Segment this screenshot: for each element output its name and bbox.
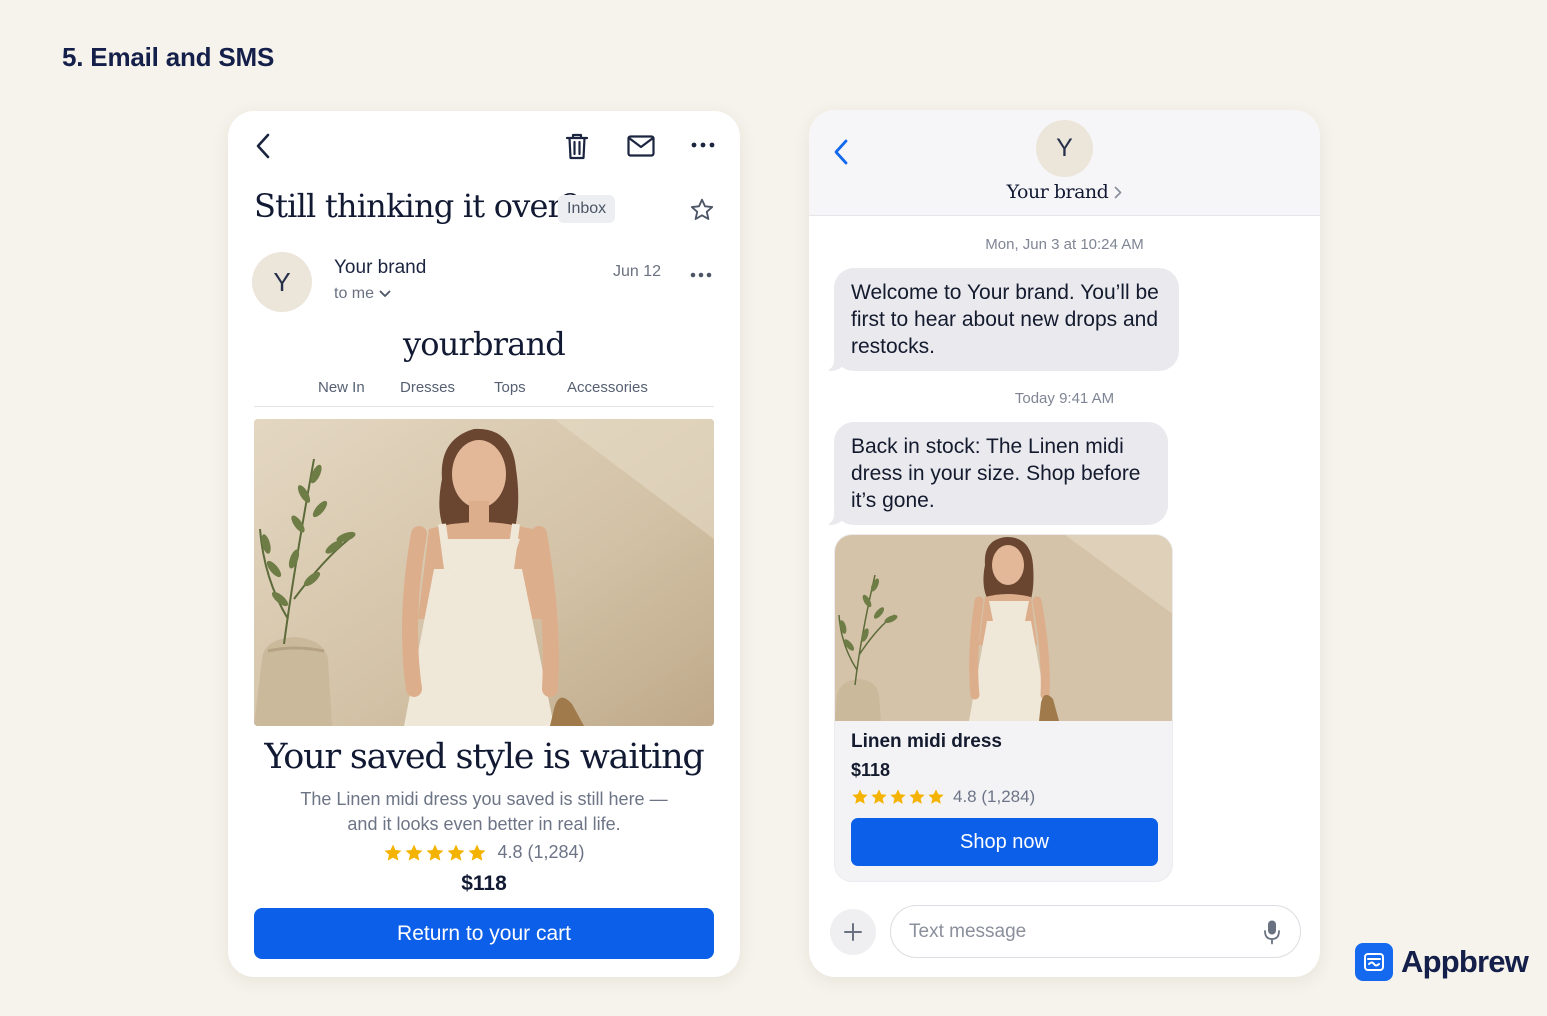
recipient-label: to me — [334, 285, 375, 302]
star-filled-icon — [426, 844, 444, 861]
star-filled-icon — [890, 789, 906, 804]
appbrew-wordmark: Appbrew — [1401, 944, 1529, 979]
sender-avatar: Y — [252, 252, 312, 312]
star-filled-icon — [871, 789, 887, 804]
nav-item-tops[interactable]: Tops — [494, 379, 526, 396]
product-rating: 4.8 (1,284) — [228, 842, 740, 863]
appbrew-logo: Appbrew — [1355, 943, 1529, 981]
email-preview-card: Still thinking it over? Inbox Y Your bra… — [228, 111, 740, 977]
message-timestamp: Mon, Jun 3 at 10:24 AM — [985, 236, 1144, 253]
nav-item-new-in[interactable]: New In — [318, 379, 365, 396]
back-arrow-icon[interactable] — [248, 131, 278, 161]
plus-icon[interactable] — [830, 909, 876, 955]
message-input[interactable]: Text message — [890, 905, 1301, 958]
inbox-badge[interactable]: Inbox — [558, 195, 616, 223]
shop-now-button[interactable]: Shop now — [851, 818, 1158, 866]
star-filled-icon — [447, 844, 465, 861]
star-filled-icon — [928, 789, 944, 804]
star-filled-icon — [384, 844, 402, 861]
rating-text: 4.8 (1,284) — [953, 787, 1036, 806]
recipient-toggle[interactable]: to me — [334, 285, 391, 303]
chevron-down-icon — [379, 290, 391, 297]
product-card[interactable]: Linen midi dress $118 4.8 (1,284) Shop n… — [834, 534, 1173, 882]
return-to-cart-button[interactable]: Return to your cart — [254, 908, 714, 959]
email-body-line: The Linen midi dress you saved is still … — [300, 789, 668, 809]
email-headline: Your saved style is waiting — [264, 737, 705, 777]
email-body-line: and it looks even better in real life. — [347, 814, 621, 834]
rating-stars — [383, 843, 487, 863]
product-price: $118 — [851, 760, 891, 780]
sms-header: Y Your brand — [809, 110, 1320, 216]
product-price: $118 — [461, 872, 507, 895]
email-body: The Linen midi dress you saved is still … — [228, 787, 740, 837]
contact-name[interactable]: Your brand — [809, 181, 1320, 203]
message-input-placeholder: Text message — [909, 921, 1027, 942]
product-title: Linen midi dress — [851, 731, 1002, 752]
star-filled-icon — [468, 844, 486, 861]
email-nav: New In Dresses Tops Accessories — [254, 377, 714, 407]
trash-icon[interactable] — [562, 129, 592, 163]
section-title: 5. Email and SMS — [62, 42, 275, 72]
contact-avatar[interactable]: Y — [1036, 120, 1093, 177]
message-bubble[interactable]: Back in stock: The Linen midi dress in y… — [824, 422, 1168, 525]
back-arrow-icon[interactable] — [829, 136, 853, 168]
brand-logo-text: yourbrand — [402, 325, 566, 363]
rating-text: 4.8 (1,284) — [497, 842, 585, 862]
product-photo[interactable] — [835, 535, 1172, 721]
email-date: Jun 12 — [613, 263, 662, 280]
sms-preview-card: Y Your brand Mon, Jun 3 at 10:24 AM Welc… — [809, 110, 1320, 977]
mail-icon[interactable] — [625, 131, 657, 161]
more-icon[interactable] — [686, 267, 716, 283]
star-filled-icon — [909, 789, 925, 804]
email-toolbar — [228, 111, 740, 181]
nav-item-dresses[interactable]: Dresses — [400, 379, 455, 396]
chevron-right-icon — [1114, 186, 1122, 198]
contact-name-label: Your brand — [1006, 181, 1109, 203]
message-timestamp: Today 9:41 AM — [1014, 390, 1115, 407]
microphone-icon[interactable] — [1262, 919, 1282, 945]
message-bubble[interactable]: Welcome to Your brand. You’ll be first t… — [824, 268, 1179, 371]
rating-stars — [851, 788, 945, 806]
star-icon[interactable] — [686, 194, 718, 226]
sender-name: Your brand — [334, 257, 427, 278]
appbrew-logo-icon — [1355, 943, 1393, 981]
nav-item-accessories[interactable]: Accessories — [567, 379, 648, 396]
star-filled-icon — [852, 789, 868, 804]
product-rating: 4.8 (1,284) — [851, 787, 1035, 807]
star-filled-icon — [405, 844, 423, 861]
hero-product-photo[interactable] — [254, 419, 714, 726]
more-icon[interactable] — [688, 135, 718, 155]
email-subject: Still thinking it over? — [254, 187, 579, 225]
